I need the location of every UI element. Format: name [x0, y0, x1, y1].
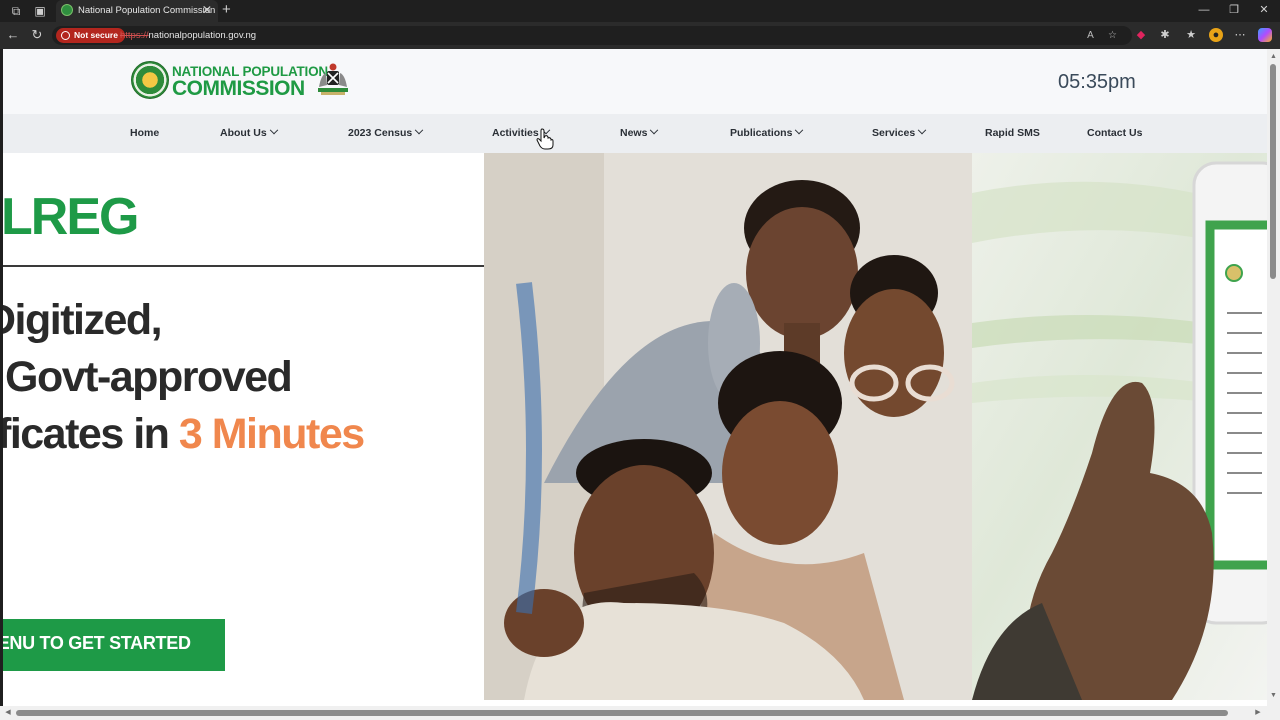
refresh-icon[interactable]: ↻	[30, 28, 44, 42]
extensions-puzzle-icon[interactable]: ✱	[1158, 28, 1172, 42]
url-text[interactable]: https://nationalpopulation.gov.ng	[120, 30, 256, 41]
scroll-left-icon[interactable]: ◀	[3, 708, 13, 718]
nav-rapid-sms-label: Rapid SMS	[985, 127, 1040, 139]
get-started-label: MENU TO GET STARTED	[3, 633, 191, 653]
nav-contact-us-label: Contact Us	[1087, 127, 1143, 139]
minimize-icon[interactable]: —	[1197, 3, 1211, 17]
new-tab-icon[interactable]: +	[222, 2, 231, 18]
scroll-up-icon[interactable]: ▲	[1269, 52, 1278, 61]
nav-services-label: Services	[872, 127, 916, 139]
url-scheme: https://	[120, 30, 149, 41]
family-photo-illustration	[484, 153, 972, 700]
horizontal-scrollbar[interactable]: ◀ ▶	[0, 706, 1280, 720]
scroll-down-icon[interactable]: ▼	[1269, 691, 1278, 700]
hero-headline-accent: 3 Minutes	[178, 410, 365, 458]
window-close-icon[interactable]: ✕	[1257, 3, 1271, 17]
certificate-illustration	[972, 161, 1267, 700]
clock-hours: 05:	[1058, 71, 1086, 93]
hero-brand-title: LREG	[3, 188, 139, 246]
hero-carousel: LREG Digitized, Govt-approved ficates in…	[3, 153, 1267, 706]
chevron-down-icon	[269, 125, 278, 135]
not-secure-badge[interactable]: Not secure	[56, 28, 125, 43]
url-host: nationalpopulation.gov.ng	[148, 30, 257, 41]
nav-home-label: Home	[130, 127, 160, 139]
more-menu-icon[interactable]: ⋯	[1233, 28, 1247, 42]
chevron-down-icon	[414, 125, 424, 135]
coat-of-arms-icon	[318, 63, 348, 95]
hand-cursor-icon	[536, 128, 554, 150]
tab-close-icon[interactable]: ✕	[202, 3, 212, 17]
page-viewport: NATIONAL POPULATION COMMISSION 05:35pm H…	[3, 49, 1267, 706]
hero-divider	[3, 265, 484, 267]
hero-headline-line-1: Digitized,	[3, 296, 163, 344]
clock-display: 05:35pm	[1058, 71, 1136, 94]
npc-seal-icon	[131, 61, 169, 99]
browser-tab-active[interactable]: National Population Commission ✕	[56, 0, 218, 22]
browser-tab-bar: ⧉ ▣ National Population Commission ✕ + —…	[0, 0, 1280, 22]
copilot-icon[interactable]	[1258, 28, 1272, 42]
nav-2023-census-label: 2023 Census	[348, 127, 413, 139]
warning-icon	[61, 31, 70, 40]
nav-about-us[interactable]: About Us	[220, 125, 278, 139]
horizontal-scroll-thumb[interactable]	[16, 710, 1228, 716]
site-header: NATIONAL POPULATION COMMISSION 05:35pm	[3, 49, 1267, 114]
scroll-right-icon[interactable]: ▶	[1253, 708, 1263, 718]
not-secure-label: Not secure	[74, 30, 118, 40]
get-started-button[interactable]: MENU TO GET STARTED	[3, 619, 225, 671]
nav-publications[interactable]: Publications	[730, 125, 804, 139]
nav-home[interactable]: Home	[130, 127, 159, 139]
favorite-star-icon[interactable]: ☆	[1106, 29, 1119, 42]
address-bar[interactable]: Not secure https://nationalpopulation.go…	[52, 26, 1132, 45]
workspaces-icon[interactable]: ⧉	[9, 4, 23, 18]
chevron-down-icon	[795, 125, 804, 135]
profile-avatar-icon[interactable]: ●	[1209, 28, 1223, 42]
extension-icon[interactable]: ◆	[1134, 28, 1148, 42]
vertical-scroll-thumb[interactable]	[1270, 64, 1276, 279]
nav-rapid-sms[interactable]: Rapid SMS	[985, 127, 1040, 139]
tab-actions-icon[interactable]: ▣	[33, 4, 47, 18]
back-icon[interactable]: ←	[6, 28, 20, 42]
nav-publications-label: Publications	[730, 127, 793, 139]
nav-about-us-label: About Us	[220, 127, 267, 139]
tab-title: National Population Commission	[78, 5, 216, 16]
chevron-down-icon	[917, 125, 927, 135]
browser-toolbar: ← ↻ Not secure https://nationalpopulatio…	[0, 22, 1280, 49]
certificate-tablet-photo	[972, 153, 1267, 700]
nav-contact-us[interactable]: Contact Us	[1087, 127, 1142, 139]
nav-services[interactable]: Services	[872, 125, 927, 139]
main-navigation: Home About Us 2023 Census Activities New…	[3, 114, 1267, 153]
logo-line-2: COMMISSION	[172, 77, 305, 100]
hero-headline-line-3-text: ficates in	[3, 410, 179, 458]
npc-logo[interactable]: NATIONAL POPULATION COMMISSION	[131, 59, 353, 101]
hero-headline-line-3: ficates in 3 Minutes	[3, 410, 365, 459]
chevron-down-icon	[650, 125, 659, 135]
nav-news[interactable]: News	[620, 125, 659, 139]
nav-news-label: News	[620, 127, 648, 139]
restore-icon[interactable]: ❐	[1227, 3, 1241, 17]
read-aloud-icon[interactable]: A	[1084, 29, 1097, 42]
nav-2023-census[interactable]: 2023 Census	[348, 125, 424, 139]
family-photo	[484, 153, 972, 700]
hero-text-panel: LREG Digitized, Govt-approved ficates in…	[3, 153, 484, 706]
site-favicon-icon	[61, 4, 73, 16]
clock-minutes: 35pm	[1085, 71, 1136, 93]
vertical-scrollbar[interactable]: ▲ ▼	[1267, 49, 1280, 706]
hero-headline-line-2: Govt-approved	[5, 353, 293, 401]
favorites-icon[interactable]: ★	[1184, 28, 1198, 42]
nav-activities-label: Activities	[492, 127, 539, 139]
